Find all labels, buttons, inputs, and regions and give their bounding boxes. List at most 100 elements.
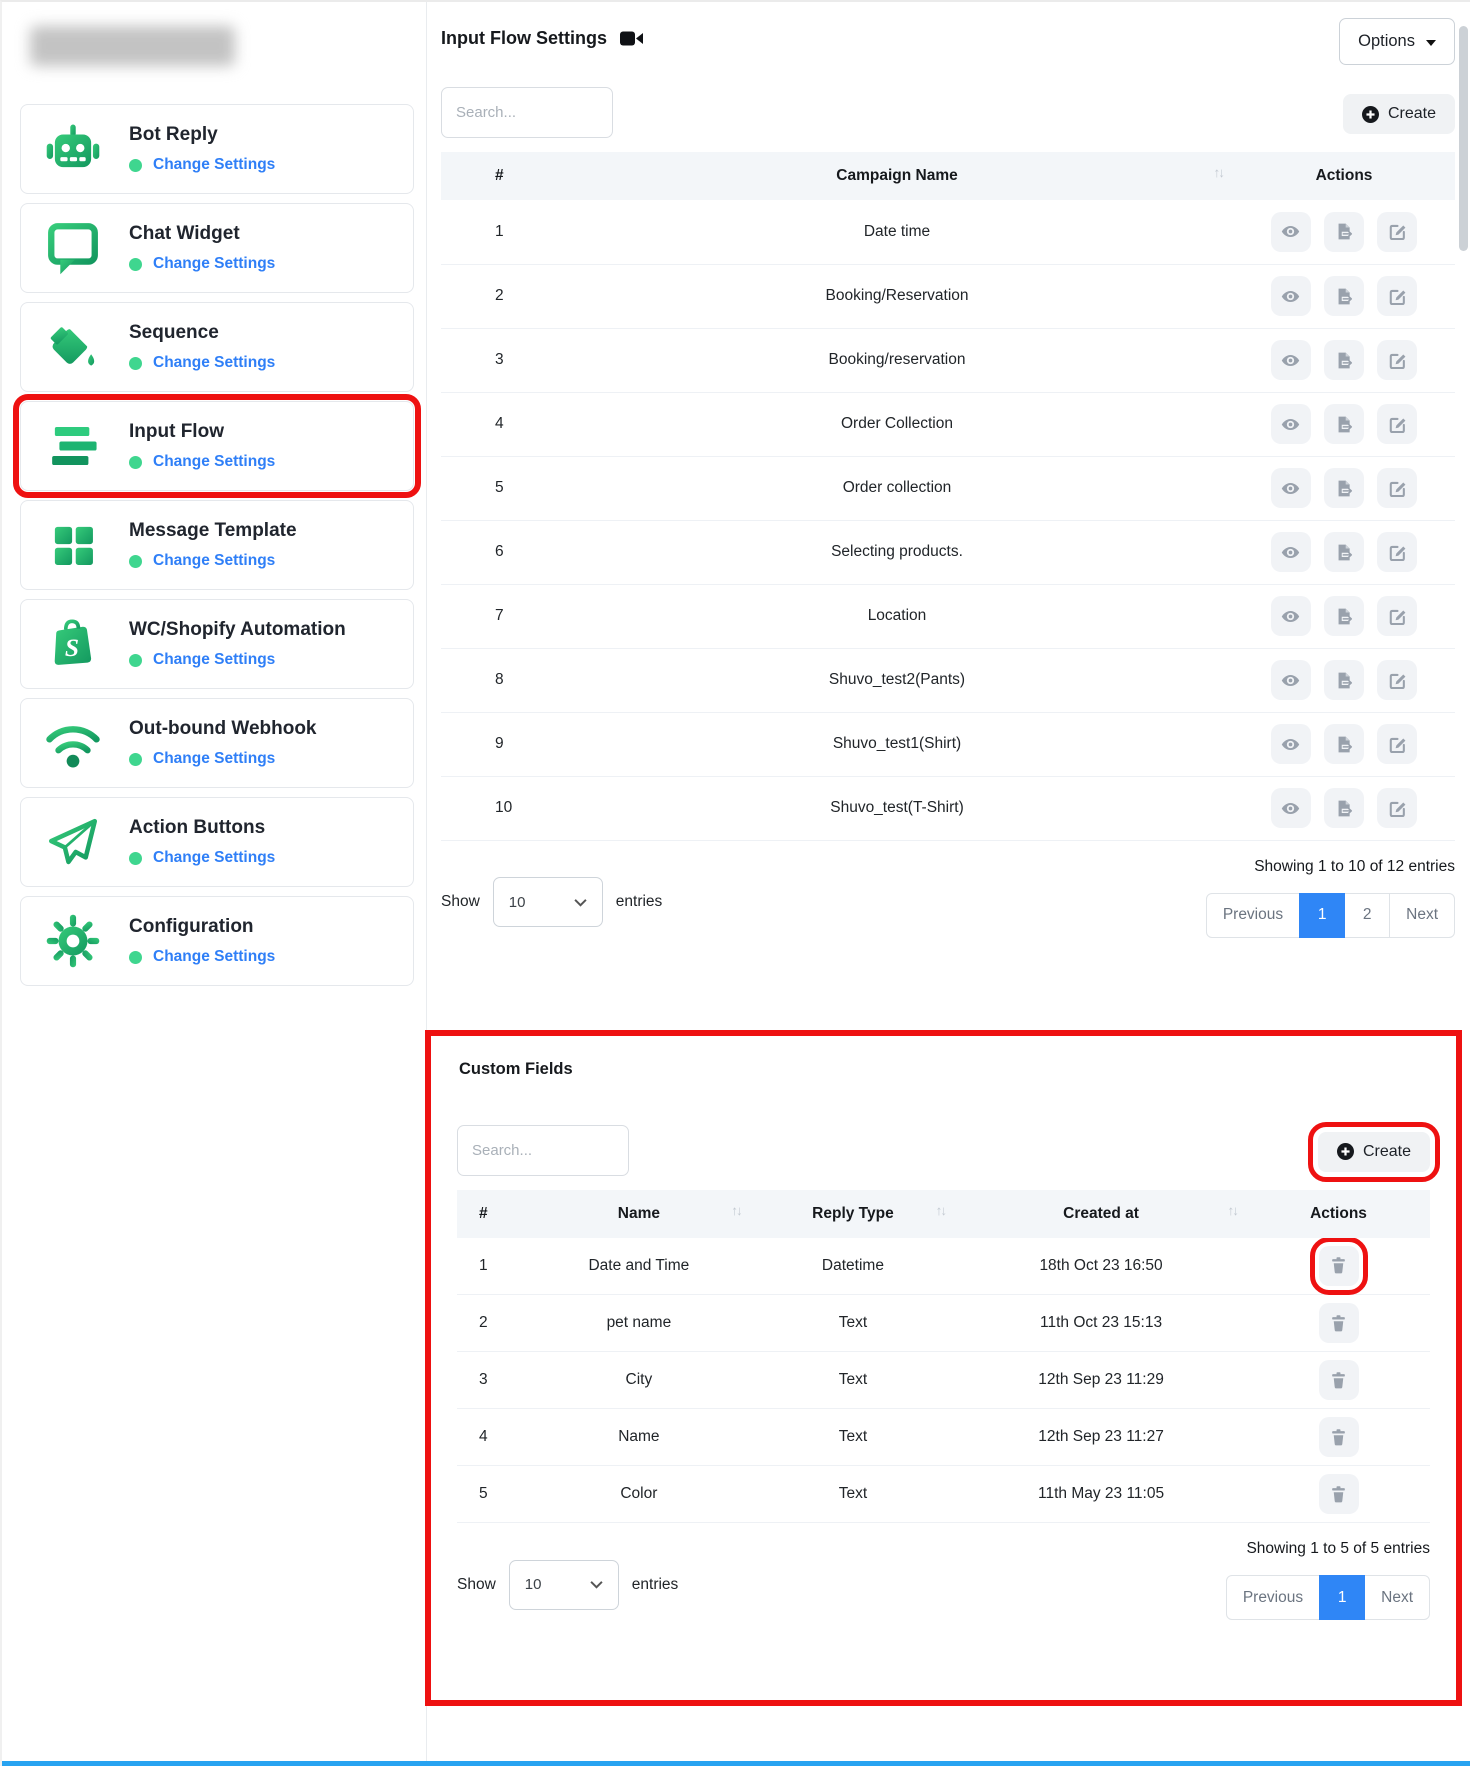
file-export-icon xyxy=(1335,351,1354,370)
show-label: Show xyxy=(441,893,480,911)
campaign-name: Shuvo_test(T-Shirt) xyxy=(561,776,1233,840)
edit-button[interactable] xyxy=(1377,404,1417,444)
export-button[interactable] xyxy=(1324,724,1364,764)
pencil-square-icon xyxy=(1388,735,1407,754)
row-number: 7 xyxy=(441,584,561,648)
results-summary: Showing 1 to 5 of 5 entries xyxy=(1246,1540,1430,1558)
export-button[interactable] xyxy=(1324,276,1364,316)
sidebar-item-sequence[interactable]: Sequence Change Settings xyxy=(20,302,414,392)
previous-page-button[interactable]: Previous xyxy=(1206,893,1300,938)
edit-button[interactable] xyxy=(1377,276,1417,316)
delete-button[interactable] xyxy=(1319,1417,1359,1457)
export-button[interactable] xyxy=(1324,660,1364,700)
plus-circle-icon xyxy=(1337,1143,1354,1160)
view-button[interactable] xyxy=(1271,212,1311,252)
export-button[interactable] xyxy=(1324,468,1364,508)
view-button[interactable] xyxy=(1271,276,1311,316)
page-button-1[interactable]: 1 xyxy=(1299,893,1345,938)
view-button[interactable] xyxy=(1271,404,1311,444)
column-header-name[interactable]: Name ↑↓ xyxy=(527,1190,751,1238)
change-settings-link[interactable]: Change Settings xyxy=(129,453,275,471)
sidebar-item-configuration[interactable]: Configuration Change Settings xyxy=(20,896,414,986)
edit-button[interactable] xyxy=(1377,724,1417,764)
reply-type: Datetime xyxy=(751,1238,955,1295)
column-header-actions: Actions xyxy=(1247,1190,1430,1238)
edit-button[interactable] xyxy=(1377,788,1417,828)
sort-icon[interactable]: ↑↓ xyxy=(936,1203,946,1218)
eye-icon xyxy=(1281,735,1300,754)
change-settings-link[interactable]: Change Settings xyxy=(129,750,317,768)
campaign-name: Selecting products. xyxy=(561,520,1233,584)
page-button-1[interactable]: 1 xyxy=(1319,1575,1365,1620)
reply-type: Text xyxy=(751,1409,955,1466)
view-button[interactable] xyxy=(1271,532,1311,572)
shopify-bag-icon: S xyxy=(43,614,103,674)
entries-label: entries xyxy=(616,893,663,911)
options-button[interactable]: Options xyxy=(1339,18,1455,65)
status-dot-icon xyxy=(129,951,142,964)
sidebar-item-bot-reply[interactable]: Bot Reply Change Settings xyxy=(20,104,414,194)
campaign-name: Shuvo_test1(Shirt) xyxy=(561,712,1233,776)
delete-button[interactable] xyxy=(1319,1360,1359,1400)
delete-button[interactable] xyxy=(1319,1246,1359,1286)
change-settings-link[interactable]: Change Settings xyxy=(129,255,275,273)
column-header-reply-type[interactable]: Reply Type ↑↓ xyxy=(751,1190,955,1238)
export-button[interactable] xyxy=(1324,596,1364,636)
flows-search-input[interactable] xyxy=(441,87,613,138)
sort-icon[interactable]: ↑↓ xyxy=(731,1203,741,1218)
edit-button[interactable] xyxy=(1377,596,1417,636)
export-button[interactable] xyxy=(1324,340,1364,380)
export-button[interactable] xyxy=(1324,212,1364,252)
export-button[interactable] xyxy=(1324,788,1364,828)
view-button[interactable] xyxy=(1271,596,1311,636)
custom-fields-create-button[interactable]: Create xyxy=(1318,1132,1430,1172)
change-settings-link[interactable]: Change Settings xyxy=(129,948,275,966)
export-button[interactable] xyxy=(1324,404,1364,444)
page-size-select[interactable]: 10 xyxy=(493,877,603,927)
page-size-select[interactable]: 10 xyxy=(509,1560,619,1610)
video-camera-icon[interactable] xyxy=(620,30,644,47)
change-settings-link[interactable]: Change Settings xyxy=(129,849,275,867)
sidebar-item-wc-shopify-automation[interactable]: S WC/Shopify Automation Change Settings xyxy=(20,599,414,689)
table-row: 1 Date time xyxy=(441,200,1455,264)
edit-button[interactable] xyxy=(1377,468,1417,508)
results-summary: Showing 1 to 10 of 12 entries xyxy=(1254,858,1455,876)
change-settings-link[interactable]: Change Settings xyxy=(129,651,346,669)
edit-button[interactable] xyxy=(1377,212,1417,252)
view-button[interactable] xyxy=(1271,724,1311,764)
edit-button[interactable] xyxy=(1377,660,1417,700)
view-button[interactable] xyxy=(1271,340,1311,380)
sidebar-item-chat-widget[interactable]: Chat Widget Change Settings xyxy=(20,203,414,293)
previous-page-button[interactable]: Previous xyxy=(1226,1575,1320,1620)
sidebar-item-out-bound-webhook[interactable]: Out-bound Webhook Change Settings xyxy=(20,698,414,788)
view-button[interactable] xyxy=(1271,788,1311,828)
sort-icon[interactable]: ↑↓ xyxy=(1228,1203,1238,1218)
delete-button[interactable] xyxy=(1319,1303,1359,1343)
next-page-button[interactable]: Next xyxy=(1389,893,1455,938)
sidebar-item-message-template[interactable]: Message Template Change Settings xyxy=(20,500,414,590)
page-button-2[interactable]: 2 xyxy=(1344,893,1390,938)
edit-button[interactable] xyxy=(1377,532,1417,572)
wifi-icon xyxy=(43,713,103,773)
delete-button[interactable] xyxy=(1319,1474,1359,1514)
edit-button[interactable] xyxy=(1377,340,1417,380)
sidebar-item-input-flow[interactable]: Input Flow Change Settings xyxy=(20,401,414,491)
change-settings-link[interactable]: Change Settings xyxy=(129,552,297,570)
eye-icon xyxy=(1281,543,1300,562)
flows-create-button[interactable]: Create xyxy=(1343,94,1455,134)
column-header-campaign-name[interactable]: Campaign Name ↑↓ xyxy=(561,152,1233,200)
scrollbar[interactable] xyxy=(1459,26,1468,251)
column-header-created-at[interactable]: Created at ↑↓ xyxy=(955,1190,1247,1238)
sort-icon[interactable]: ↑↓ xyxy=(1214,165,1224,180)
sidebar-item-action-buttons[interactable]: Action Buttons Change Settings xyxy=(20,797,414,887)
export-button[interactable] xyxy=(1324,532,1364,572)
table-row: 9 Shuvo_test1(Shirt) xyxy=(441,712,1455,776)
next-page-button[interactable]: Next xyxy=(1364,1575,1430,1620)
view-button[interactable] xyxy=(1271,468,1311,508)
view-button[interactable] xyxy=(1271,660,1311,700)
change-settings-link[interactable]: Change Settings xyxy=(129,156,275,174)
custom-fields-search-input[interactable] xyxy=(457,1125,629,1176)
table-row: 3 Booking/reservation xyxy=(441,328,1455,392)
input-flows-table: # Campaign Name ↑↓ Actions 1 Date time xyxy=(441,152,1455,841)
change-settings-link[interactable]: Change Settings xyxy=(129,354,275,372)
